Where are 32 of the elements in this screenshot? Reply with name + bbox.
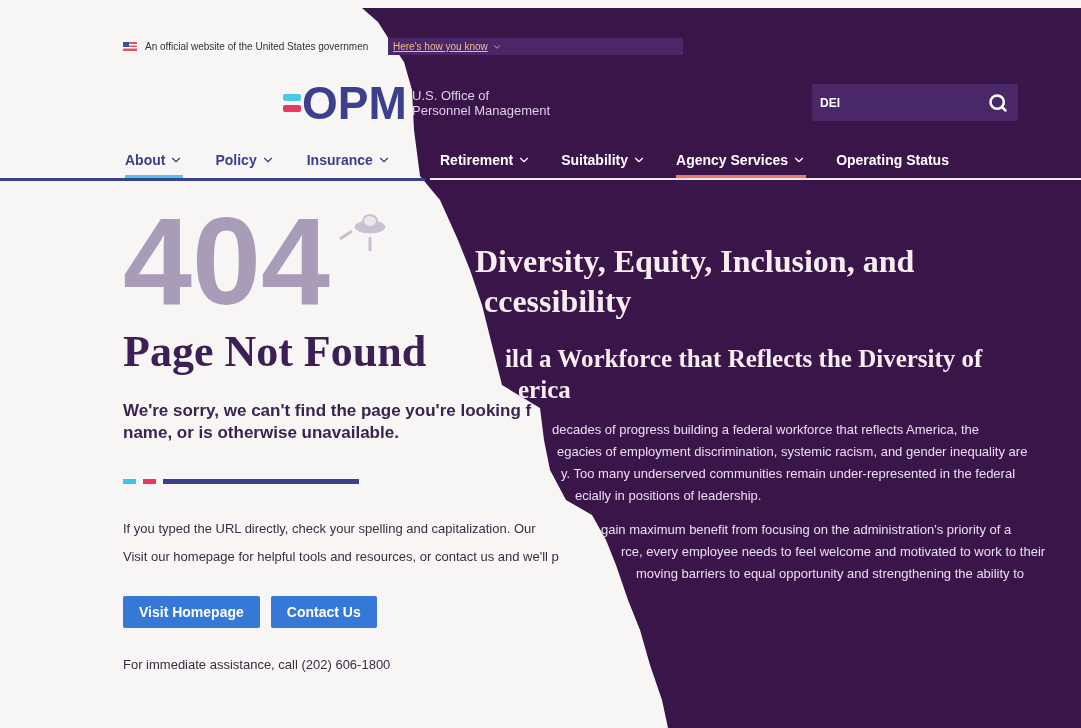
search-field[interactable]: DEI [812, 84, 1018, 121]
flag-icon [123, 41, 137, 51]
section-title-line: Diversity, Equity, Inclusion, and [475, 242, 915, 281]
body-text: Visit our homepage for helpful tools and resources, or contact us and we'll p [123, 548, 559, 566]
body-text-line: gain maximum benefit from focusing on the administration’s priority of a [601, 521, 1012, 539]
body-text: If you typed the URL directly, check your spelling and capitalization. Our [123, 520, 536, 538]
nav-tab[interactable]: Insurance [306, 145, 391, 178]
search-icon [988, 92, 1008, 113]
section-subtitle-line: ild a Workforce that Reflects the Diversity of [505, 344, 983, 374]
agency-name: U.S. Office of Personnel Management [412, 87, 551, 118]
body-text-line: y. Too many underserved communities remain under-represented in the federal [561, 465, 1016, 483]
action-button[interactable]: Contact Us [270, 596, 377, 628]
nav-tab[interactable]: Retirement [440, 145, 532, 178]
body-text-line: moving barriers to equal opportunity and strengthening the ability to [636, 565, 1025, 583]
nav-tab[interactable]: Policy [215, 145, 275, 178]
assistance-text: For immediate assistance, call (202) 606-1800 [123, 656, 391, 674]
body-text-line: egacies of employment discrimination, systemic racism, and gender inequality are [557, 443, 1028, 461]
body-text-line: decades of progress building a federal workforce that reflects America, the [552, 421, 980, 439]
nav-tab[interactable]: Suitability [561, 145, 647, 178]
page-title: Page Not Found [123, 328, 427, 376]
body-text-line: ecially in positions of leadership. [575, 487, 762, 505]
error-code: 404 [123, 209, 330, 313]
accent-dash [123, 479, 136, 484]
section-title-line: ccessibility [484, 282, 632, 321]
nav-tab[interactable]: Operating Status [836, 145, 949, 178]
gov-banner-text: An official website of the United States governmen [145, 39, 369, 54]
accent-dash [143, 479, 156, 484]
action-button[interactable]: Visit Homepage [123, 596, 260, 628]
how-you-know-link[interactable]: Here's how you know [393, 39, 488, 54]
body-text-line: rce, every employee needs to feel welcome and motivated to work to their [621, 543, 1046, 561]
logo-text: OPM [302, 84, 407, 122]
stripes-icon [283, 92, 301, 114]
